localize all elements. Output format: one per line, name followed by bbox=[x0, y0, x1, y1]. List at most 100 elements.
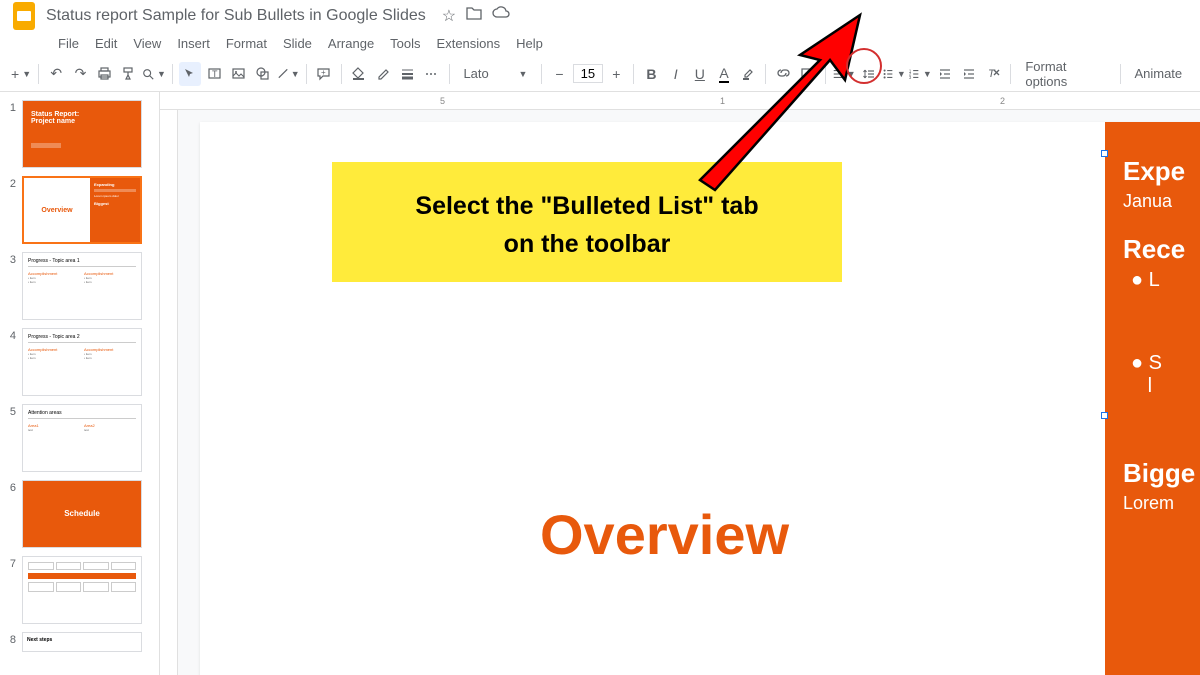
annotation-arrow bbox=[670, 0, 890, 200]
increase-indent-button[interactable] bbox=[958, 62, 980, 86]
ruler-label: 5 bbox=[440, 96, 445, 106]
fill-color-button[interactable] bbox=[348, 62, 370, 86]
menu-slide[interactable]: Slide bbox=[277, 34, 318, 54]
thumb-title: Progress - Topic area 2 bbox=[28, 334, 136, 343]
separator bbox=[1120, 64, 1121, 84]
animate-button[interactable]: Animate bbox=[1126, 64, 1190, 83]
zoom-button[interactable]: ▼ bbox=[142, 62, 166, 86]
highlight-circle bbox=[846, 48, 882, 84]
redo-button[interactable]: ↷ bbox=[69, 62, 91, 86]
thumb-num: 6 bbox=[6, 480, 16, 548]
document-title[interactable]: Status report Sample for Sub Bullets in … bbox=[46, 7, 426, 25]
bullet-text: S bbox=[1149, 352, 1162, 374]
titlebar: Status report Sample for Sub Bullets in … bbox=[0, 0, 1200, 32]
menu-insert[interactable]: Insert bbox=[171, 34, 216, 54]
thumbnail-1[interactable]: Status Report:Project name bbox=[22, 100, 142, 168]
border-color-button[interactable] bbox=[372, 62, 394, 86]
thumbnail-3[interactable]: Progress - Topic area 1Accomplishment• i… bbox=[22, 252, 142, 320]
format-options-button[interactable]: Format options bbox=[1017, 57, 1113, 91]
thumb-title: Status Report: bbox=[31, 111, 133, 118]
comment-button[interactable]: + bbox=[313, 62, 335, 86]
paint-format-button[interactable] bbox=[118, 62, 140, 86]
thumbnails-panel: 1 Status Report:Project name 2 OverviewE… bbox=[0, 92, 160, 675]
thumbnail-6[interactable]: Schedule bbox=[22, 480, 142, 548]
separator bbox=[38, 64, 39, 84]
menu-view[interactable]: View bbox=[127, 34, 167, 54]
bold-button[interactable]: B bbox=[640, 62, 662, 86]
separator bbox=[341, 64, 342, 84]
panel-heading: Bigge bbox=[1123, 458, 1200, 489]
panel-text: Janua bbox=[1123, 191, 1200, 212]
thumb-num: 3 bbox=[6, 252, 16, 320]
slide-content-panel[interactable]: Expe Janua Rece ● L ● S l Bigge Lorem bbox=[1105, 122, 1200, 675]
selection-handle[interactable] bbox=[1101, 150, 1108, 157]
callout-line2: on the toolbar bbox=[332, 226, 842, 264]
numbered-list-button[interactable]: 123▼ bbox=[908, 62, 932, 86]
menu-file[interactable]: File bbox=[52, 34, 85, 54]
undo-button[interactable]: ↶ bbox=[45, 62, 67, 86]
svg-text:+: + bbox=[321, 68, 326, 77]
thumb-num: 5 bbox=[6, 404, 16, 472]
panel-heading: Rece bbox=[1123, 234, 1200, 265]
font-size-input[interactable]: 15 bbox=[573, 64, 604, 83]
select-button[interactable] bbox=[179, 62, 201, 86]
thumbnail-8[interactable]: Next steps bbox=[22, 632, 142, 652]
menu-tools[interactable]: Tools bbox=[384, 34, 426, 54]
line-button[interactable]: ▼ bbox=[276, 62, 300, 86]
menubar: File Edit View Insert Format Slide Arran… bbox=[0, 32, 1200, 56]
slides-logo bbox=[12, 4, 36, 28]
border-weight-button[interactable] bbox=[396, 62, 418, 86]
menu-arrange[interactable]: Arrange bbox=[322, 34, 380, 54]
new-slide-button[interactable]: +▼ bbox=[10, 62, 32, 86]
separator bbox=[1010, 64, 1011, 84]
thumbnail-2[interactable]: OverviewExpandingLorem ipsum dolorBigges… bbox=[22, 176, 142, 244]
selection-handle[interactable] bbox=[1101, 412, 1108, 419]
thumb-num: 7 bbox=[6, 556, 16, 624]
svg-text:3: 3 bbox=[909, 75, 912, 80]
separator bbox=[633, 64, 634, 84]
shape-button[interactable] bbox=[251, 62, 273, 86]
separator bbox=[172, 64, 173, 84]
thumb-title: Progress - Topic area 1 bbox=[28, 258, 136, 267]
panel-bullet: ● S l bbox=[1131, 352, 1200, 398]
thumb-num: 4 bbox=[6, 328, 16, 396]
thumb-title: Next steps bbox=[23, 633, 141, 647]
border-dash-button[interactable] bbox=[420, 62, 442, 86]
svg-text:T: T bbox=[212, 69, 218, 79]
thumbnail-4[interactable]: Progress - Topic area 2Accomplishment• i… bbox=[22, 328, 142, 396]
vertical-ruler bbox=[160, 110, 178, 675]
thumb-num: 1 bbox=[6, 100, 16, 168]
cloud-icon[interactable] bbox=[492, 6, 510, 26]
thumb-num: 8 bbox=[6, 632, 16, 652]
panel-heading: Expe bbox=[1123, 156, 1200, 187]
menu-format[interactable]: Format bbox=[220, 34, 273, 54]
bullet-text: L bbox=[1149, 269, 1160, 291]
separator bbox=[449, 64, 450, 84]
textbox-button[interactable]: T bbox=[203, 62, 225, 86]
print-button[interactable] bbox=[94, 62, 116, 86]
font-select[interactable]: Lato▼ bbox=[455, 64, 535, 83]
move-icon[interactable] bbox=[466, 6, 482, 26]
decrease-indent-button[interactable] bbox=[934, 62, 956, 86]
image-button[interactable] bbox=[227, 62, 249, 86]
ruler-label: 2 bbox=[1000, 96, 1005, 106]
thumb-sub: Project name bbox=[31, 118, 133, 125]
thumb-title: Overview bbox=[24, 178, 90, 242]
menu-help[interactable]: Help bbox=[510, 34, 549, 54]
panel-bullet: ● L bbox=[1131, 269, 1200, 292]
title-icons: ☆ bbox=[442, 6, 510, 26]
menu-extensions[interactable]: Extensions bbox=[431, 34, 507, 54]
thumb-title: Attention areas bbox=[28, 410, 136, 419]
separator bbox=[306, 64, 307, 84]
slide-title-text[interactable]: Overview bbox=[540, 502, 789, 567]
thumb-num: 2 bbox=[6, 176, 16, 244]
star-icon[interactable]: ☆ bbox=[442, 6, 456, 26]
thumbnail-5[interactable]: Attention areasArea1textArea2text bbox=[22, 404, 142, 472]
decrease-font-button[interactable]: − bbox=[548, 62, 570, 86]
thumbnail-7[interactable] bbox=[22, 556, 142, 624]
clear-format-button[interactable]: T bbox=[982, 62, 1004, 86]
menu-edit[interactable]: Edit bbox=[89, 34, 123, 54]
separator bbox=[541, 64, 542, 84]
increase-font-button[interactable]: + bbox=[605, 62, 627, 86]
toolbar: +▼ ↶ ↷ ▼ T ▼ + Lato▼ − 15 + B I U A + ▼ … bbox=[0, 56, 1200, 92]
